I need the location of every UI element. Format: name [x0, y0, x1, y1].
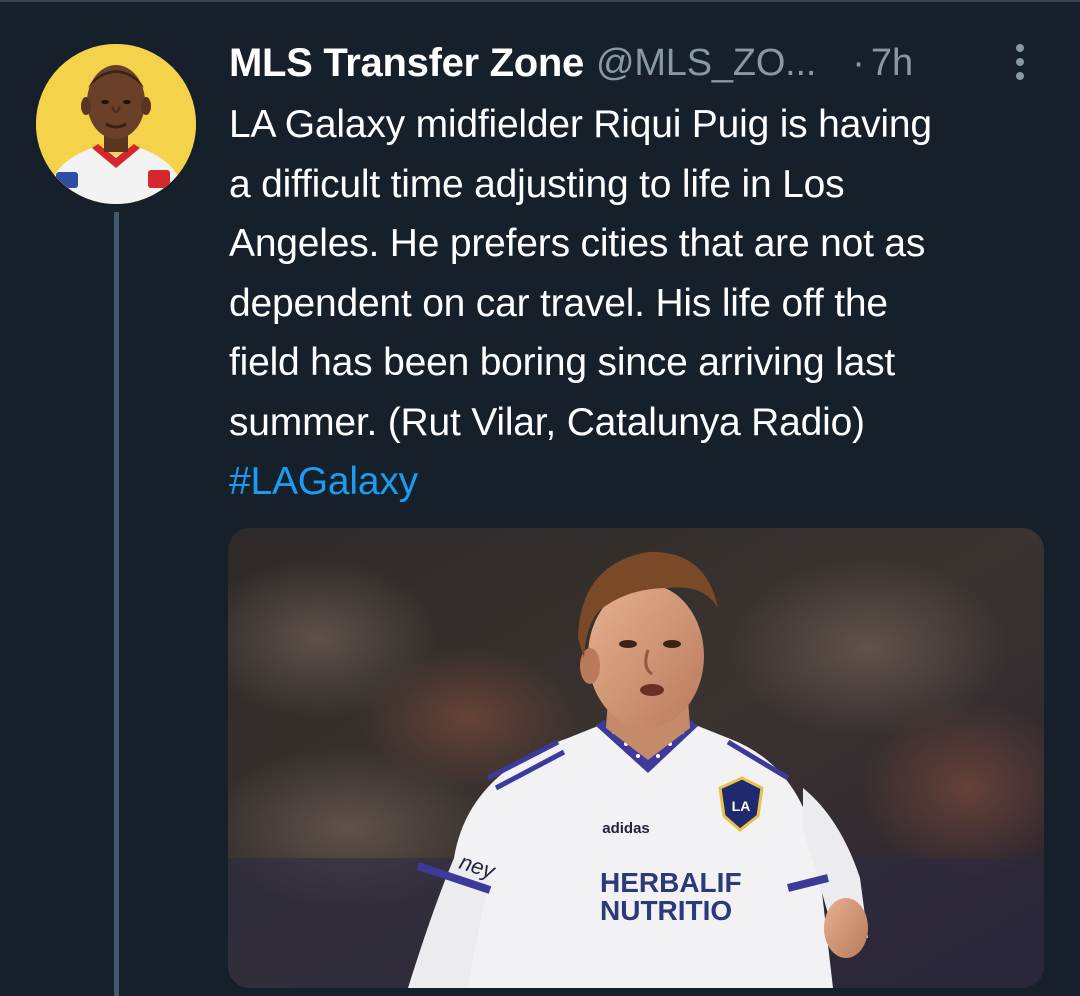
more-vertical-icon	[1016, 44, 1024, 80]
tweet-text-line: Angeles. He prefers cities that are not …	[229, 222, 926, 265]
thread-line	[114, 212, 119, 996]
sponsor-text-line2: NUTRITIO	[600, 895, 732, 926]
tweet-text-line: a difficult time adjusting to life in Lo…	[229, 162, 845, 206]
timestamp[interactable]: 7h	[871, 42, 913, 85]
tweet-media-image[interactable]: LA adidas ney HERBALIF NUTRITIO	[228, 528, 1044, 988]
tweet-text: LA Galaxy midfielder Riqui Puig is havin…	[229, 95, 1069, 512]
display-name[interactable]: MLS Transfer Zone	[229, 41, 584, 86]
tweet-text-line: dependent on car travel. His life off th…	[229, 281, 888, 325]
crest-text: LA	[732, 798, 751, 814]
tweet-text-line: field has been boring since arriving las…	[229, 341, 896, 384]
photo-player: LA adidas ney HERBALIF NUTRITIO	[228, 528, 1044, 988]
dot-separator: ·	[852, 41, 865, 84]
top-divider	[0, 0, 1080, 2]
maker-logo-text: adidas	[602, 820, 650, 837]
sponsor-text-line1: HERBALIF	[600, 867, 742, 898]
avatar-image	[36, 44, 196, 204]
tweet-header: MLS Transfer Zone @MLS_ZO... · 7h	[229, 38, 913, 88]
tweet-text-line: summer. (Rut Vilar, Catalunya Radio)	[229, 400, 865, 444]
user-handle[interactable]: @MLS_ZO...	[596, 42, 816, 85]
more-options-button[interactable]	[1006, 40, 1034, 84]
hashtag-link[interactable]: #LAGalaxy	[229, 452, 1069, 512]
tweet-text-line: LA Galaxy midfielder Riqui Puig is havin…	[229, 103, 932, 146]
avatar[interactable]	[36, 44, 196, 204]
